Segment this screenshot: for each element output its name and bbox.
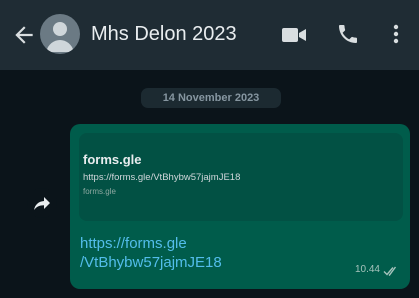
chat-title[interactable]: Mhs Delon 2023 (91, 21, 237, 47)
double-check-icon (383, 266, 397, 277)
video-camera-icon[interactable] (281, 25, 307, 45)
phone-icon[interactable] (336, 22, 360, 46)
message-link[interactable]: https://forms.gle /VtBhybw57jajmJE18 (80, 234, 222, 272)
link-preview-domain: forms.gle (83, 187, 116, 196)
link-preview-title: forms.gle (83, 152, 142, 167)
forward-icon (34, 197, 50, 210)
more-vertical-icon[interactable] (386, 22, 406, 46)
arrow-left-icon[interactable] (11, 22, 37, 48)
avatar[interactable] (40, 14, 80, 54)
link-preview-card[interactable]: forms.gle https://forms.gle/VtBhybw57jaj… (79, 133, 403, 221)
date-chip: 14 November 2023 (141, 88, 281, 108)
message-time: 10.44 (354, 264, 380, 275)
forward-button[interactable] (27, 188, 57, 218)
message-link-line-1[interactable]: https://forms.gle (80, 234, 222, 253)
message-link-line-2[interactable]: /VtBhybw57jajmJE18 (80, 253, 222, 272)
default-avatar-icon (46, 22, 74, 52)
message-bubble[interactable]: forms.gle https://forms.gle/VtBhybw57jaj… (70, 124, 410, 289)
link-preview-url: https://forms.gle/VtBhybw57jajmJE18 (83, 172, 241, 183)
chat-header: Mhs Delon 2023 (0, 0, 419, 70)
